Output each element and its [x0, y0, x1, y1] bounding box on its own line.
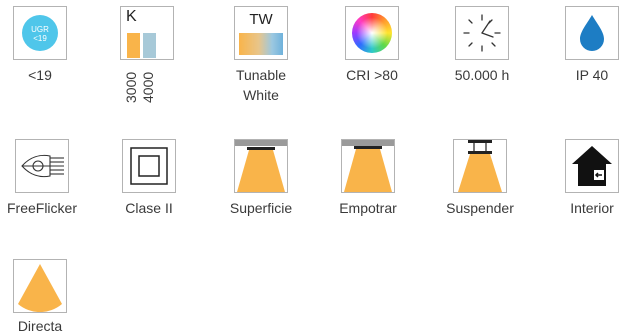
water-drop-icon	[580, 15, 604, 51]
freeflicker-caption: FreeFlicker	[6, 200, 77, 216]
tunable-white-gradient-icon	[239, 33, 283, 55]
ugr-badge-top-text: UGR	[31, 25, 49, 34]
superficie-caption: Superficie	[229, 200, 293, 216]
hours-caption: 50.000 h	[454, 67, 510, 83]
freeflicker-icon-box	[15, 139, 69, 193]
house-icon	[572, 146, 612, 186]
tunable-white-icon-box: TW	[234, 6, 288, 60]
ugr-badge-bottom-text: <19	[33, 34, 47, 43]
suspended-mount-icon	[458, 140, 502, 192]
kelvin-value-2: 4000	[140, 71, 156, 103]
kelvin-icon-box: K	[120, 6, 174, 60]
superficie-icon-box	[234, 139, 288, 193]
eye-flicker-icon	[21, 154, 64, 178]
cri-icon-box	[345, 6, 399, 60]
ip-caption: IP 40	[575, 67, 609, 83]
kelvin-warm-bar	[127, 33, 140, 58]
clase-ii-icon-box	[122, 139, 176, 193]
empotrar-caption: Empotrar	[339, 200, 397, 216]
color-wheel-icon	[352, 13, 392, 53]
ugr-caption: <19	[28, 67, 52, 83]
suspender-caption: Suspender	[446, 200, 514, 216]
surface-mount-icon	[235, 140, 287, 192]
ugr-icon-box: UGR <19	[13, 6, 67, 60]
clock-icon	[463, 14, 501, 52]
kelvin-value-1: 3000	[123, 71, 139, 103]
hours-icon-box	[455, 6, 509, 60]
ip-icon-box	[565, 6, 619, 60]
direct-light-icon	[18, 264, 62, 312]
kelvin-letter: K	[126, 8, 137, 25]
clase-ii-caption: Clase II	[125, 200, 173, 216]
tunable-white-caption-line1: Tunable	[235, 67, 287, 83]
double-square-icon	[130, 147, 168, 185]
tunable-white-caption-line2: White	[243, 87, 279, 103]
cri-caption: CRI >80	[346, 67, 398, 83]
interior-icon-box	[565, 139, 619, 193]
recessed-mount-icon	[342, 140, 394, 192]
directa-caption: Directa	[17, 318, 63, 334]
directa-icon-box	[13, 259, 67, 313]
interior-caption: Interior	[570, 200, 614, 216]
tunable-white-letters: TW	[249, 11, 273, 28]
empotrar-icon-box	[341, 139, 395, 193]
kelvin-cool-bar	[143, 33, 156, 58]
suspender-icon-box	[453, 139, 507, 193]
